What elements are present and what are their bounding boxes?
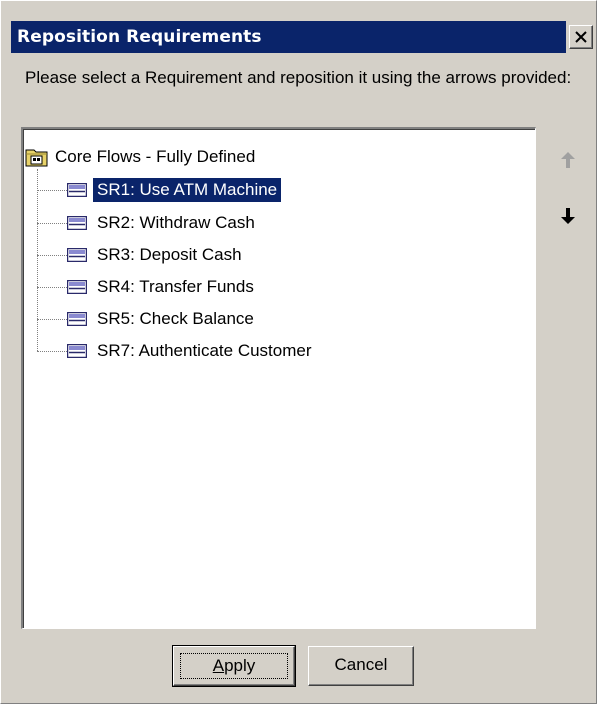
tree-item-label: SR1: Use ATM Machine — [93, 178, 282, 202]
tree-branch-line — [37, 189, 67, 191]
arrow-up-icon[interactable] — [560, 151, 576, 169]
tree-branch-line — [37, 254, 67, 256]
tree-item-label: SR4: Transfer Funds — [97, 277, 254, 296]
requirement-icon — [67, 344, 87, 358]
folder-icon — [25, 149, 48, 167]
apply-button[interactable]: Apply — [172, 645, 296, 687]
tree-root-label: Core Flows - Fully Defined — [55, 147, 256, 166]
dialog-title: Reposition Requirements — [11, 21, 566, 53]
reposition-dialog: Reposition Requirements Please select a … — [0, 0, 597, 704]
title-bar: Reposition Requirements — [11, 21, 593, 53]
arrow-down-icon[interactable] — [560, 207, 576, 225]
requirement-icon — [67, 216, 87, 230]
tree-branch-line — [37, 286, 67, 288]
tree-item-label: SR5: Check Balance — [97, 309, 254, 328]
requirements-tree[interactable]: Core Flows - Fully Defined SR1: Use ATM … — [21, 127, 536, 629]
requirement-icon — [67, 280, 87, 294]
tree-item-sr7[interactable]: SR7: Authenticate Customer — [37, 338, 316, 364]
tree-branch-line — [37, 222, 67, 224]
requirement-icon — [67, 248, 87, 262]
apply-button-focus: Apply — [180, 653, 288, 679]
instruction-text: Please select a Requirement and repositi… — [25, 68, 572, 87]
tree-item-sr1[interactable]: SR1: Use ATM Machine — [37, 177, 282, 203]
tree-item-label: SR3: Deposit Cash — [97, 245, 242, 264]
tree-item-label: SR7: Authenticate Customer — [97, 341, 312, 360]
requirement-icon — [67, 183, 87, 197]
tree-root-node[interactable]: Core Flows - Fully Defined — [25, 145, 255, 169]
tree-item-sr3[interactable]: SR3: Deposit Cash — [37, 242, 246, 268]
cancel-button[interactable]: Cancel — [308, 646, 414, 686]
close-icon — [575, 31, 587, 43]
tree-item-sr2[interactable]: SR2: Withdraw Cash — [37, 210, 259, 236]
tree-item-sr4[interactable]: SR4: Transfer Funds — [37, 274, 258, 300]
requirement-icon — [67, 312, 87, 326]
apply-mnemonic: A — [212, 656, 225, 675]
tree-branch-line — [37, 318, 67, 320]
tree-item-label: SR2: Withdraw Cash — [97, 213, 255, 232]
tree-branch-line — [37, 350, 67, 352]
close-button[interactable] — [569, 25, 593, 49]
tree-item-sr5[interactable]: SR5: Check Balance — [37, 306, 258, 332]
apply-label: pply — [224, 656, 256, 675]
